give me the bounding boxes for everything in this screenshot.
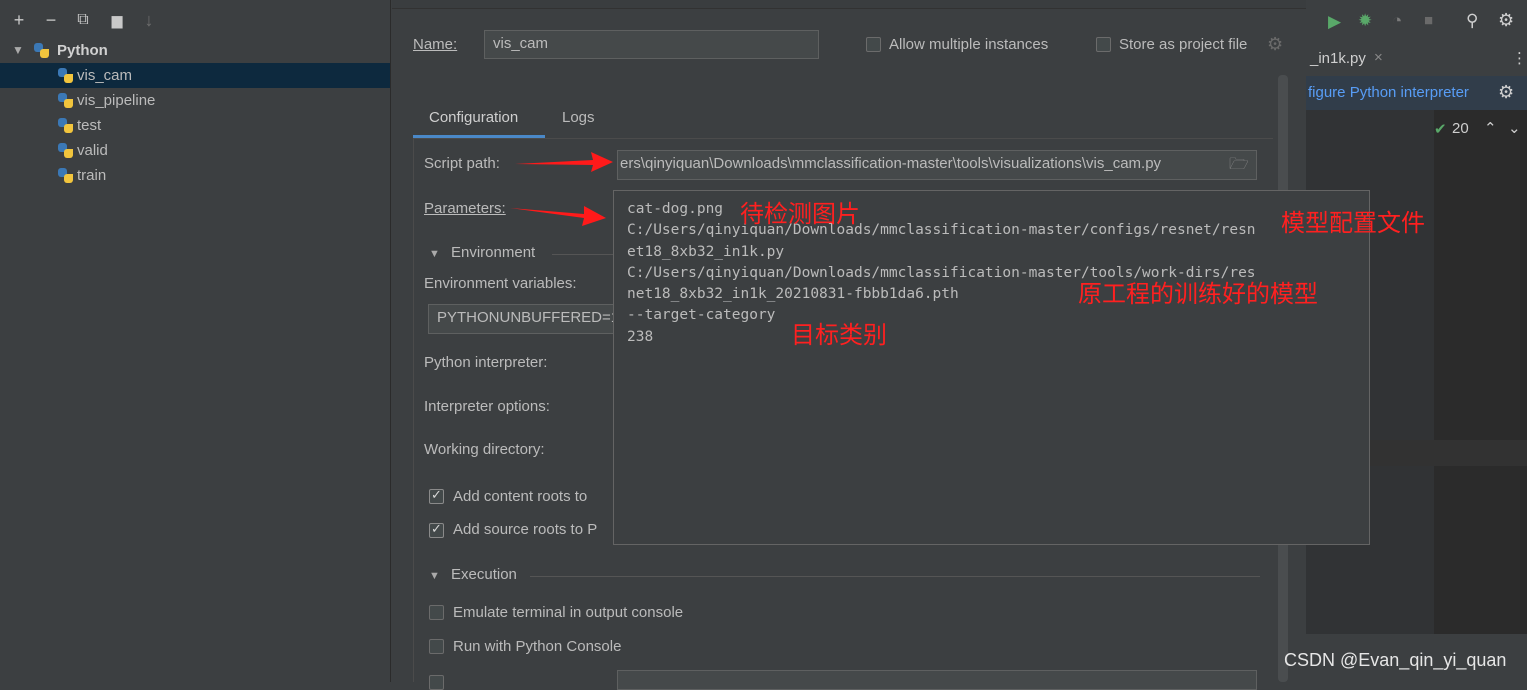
add-source-roots-label: Add source roots to P bbox=[453, 521, 598, 538]
annotation-target-category: 目标类别 bbox=[791, 321, 887, 349]
working-dir-label: Working directory: bbox=[424, 441, 545, 458]
tree-item-vis-cam[interactable]: vis_cam bbox=[0, 63, 390, 88]
python-interpreter-label: Python interpreter: bbox=[424, 354, 548, 371]
debug-icon[interactable]: ✹ bbox=[1358, 11, 1372, 31]
dialog-top-bar bbox=[392, 0, 1306, 9]
annotation-trained-model: 原工程的训练好的模型 bbox=[1078, 280, 1318, 308]
folder-icon[interactable]: 🗁 bbox=[1229, 153, 1249, 180]
env-vars-label: Environment variables: bbox=[424, 275, 577, 292]
tree-item-label: test bbox=[77, 117, 102, 134]
interpreter-options-label: Interpreter options: bbox=[424, 398, 550, 415]
chevron-down-icon[interactable]: ▼ bbox=[429, 570, 440, 582]
gear-icon[interactable]: ⚙ bbox=[1498, 10, 1514, 31]
environment-section-title: Environment bbox=[451, 244, 536, 261]
run-with-console-label: Run with Python Console bbox=[453, 638, 622, 655]
name-input[interactable]: vis_cam bbox=[484, 30, 819, 59]
editor-text-area: ✔ 20 ⌃ ⌄ bbox=[1434, 110, 1527, 634]
copy-icon[interactable]: ⧉ bbox=[72, 9, 94, 31]
python-icon bbox=[58, 93, 74, 109]
param-line: et18_8xb32_in1k.py bbox=[627, 244, 785, 260]
tree-item-label: valid bbox=[77, 142, 108, 159]
tree-item-label: vis_pipeline bbox=[77, 92, 156, 109]
check-icon: ✔ bbox=[1434, 121, 1447, 138]
python-icon bbox=[58, 118, 74, 134]
close-icon[interactable]: × bbox=[1374, 49, 1383, 66]
arrow-script-path bbox=[515, 152, 613, 172]
tree-item-test[interactable]: test bbox=[0, 113, 390, 138]
allow-multiple-label: Allow multiple instances bbox=[889, 36, 1049, 53]
tree-item-label: train bbox=[77, 167, 107, 184]
emulate-terminal-checkbox[interactable] bbox=[429, 605, 444, 620]
parameters-label: Parameters: bbox=[424, 200, 506, 217]
editor-tab[interactable]: _in1k.py × ⋮ bbox=[1306, 44, 1527, 77]
tree-root-label: Python bbox=[57, 42, 108, 59]
add-source-roots-checkbox[interactable] bbox=[429, 521, 444, 538]
watermark: CSDN @Evan_qin_yi_quan bbox=[1284, 650, 1507, 670]
add-icon[interactable]: + bbox=[8, 9, 30, 31]
chevron-down-icon[interactable]: ⌄ bbox=[1508, 119, 1521, 137]
add-content-roots-checkbox[interactable] bbox=[429, 487, 444, 504]
store-as-file-checkbox[interactable] bbox=[1096, 37, 1111, 52]
tree-toolbar: + − ⧉ ▆ ↓ bbox=[0, 0, 390, 38]
section-divider bbox=[552, 254, 614, 255]
add-content-roots-label: Add content roots to bbox=[453, 488, 588, 505]
stop-icon[interactable]: ■ bbox=[1424, 12, 1433, 29]
tree-root-python[interactable]: ▼ Python bbox=[0, 38, 390, 63]
tab-configuration[interactable]: Configuration bbox=[413, 100, 545, 138]
annotation-model-config: 模型配置文件 bbox=[1281, 209, 1425, 237]
script-path-label: Script path: bbox=[424, 155, 500, 172]
section-divider bbox=[530, 576, 1260, 577]
new-folder-icon[interactable]: ▆ bbox=[106, 9, 128, 31]
param-line: 238 bbox=[627, 329, 654, 345]
chevron-down-icon[interactable]: ▼ bbox=[429, 248, 440, 260]
tree-item-vis-pipeline[interactable]: vis_pipeline bbox=[0, 88, 390, 113]
param-line: --target-category bbox=[627, 307, 776, 323]
python-icon bbox=[58, 68, 74, 84]
interpreter-banner: figure Python interpreter ⚙ bbox=[1306, 76, 1527, 110]
execution-section-title: Execution bbox=[451, 566, 517, 583]
chevron-up-icon[interactable]: ⌃ bbox=[1484, 119, 1497, 137]
param-line: net18_8xb32_in1k_20210831-fbbb1da6.pth bbox=[627, 286, 959, 302]
search-icon[interactable]: ⚲ bbox=[1466, 11, 1478, 31]
coverage-icon[interactable]: ◔ bbox=[1392, 11, 1402, 31]
param-line: C:/Users/qinyiquan/Downloads/mmclassific… bbox=[627, 222, 1256, 238]
ide-toolbar: ▶ ✹ ◔ ■ ⚲ ⚙ bbox=[1306, 0, 1527, 44]
annotation-image-to-detect: 待检测图片 bbox=[740, 200, 860, 228]
python-icon bbox=[34, 43, 50, 59]
run-with-console-checkbox[interactable] bbox=[429, 639, 444, 654]
redirect-input-checkbox[interactable] bbox=[429, 675, 444, 690]
chevron-down-icon: ▼ bbox=[12, 43, 24, 57]
run-config-tree-panel: + − ⧉ ▆ ↓ ▼ Python vis_cam vis_pipeline … bbox=[0, 0, 391, 682]
run-icon[interactable]: ▶ bbox=[1328, 12, 1341, 32]
redirect-input-field[interactable] bbox=[617, 670, 1257, 690]
script-path-input[interactable]: ers\qinyiquan\Downloads\mmclassification… bbox=[617, 150, 1257, 180]
parameters-expanded-editor[interactable]: cat-dog.png C:/Users/qinyiquan/Downloads… bbox=[613, 190, 1370, 545]
tab-configuration-label: Configuration bbox=[429, 109, 519, 126]
name-label: Name: bbox=[413, 36, 457, 53]
python-icon bbox=[58, 143, 74, 159]
more-icon[interactable]: ⋮ bbox=[1512, 49, 1527, 67]
tree-item-valid[interactable]: valid bbox=[0, 138, 390, 163]
gear-icon[interactable]: ⚙ bbox=[1498, 82, 1514, 103]
arrow-parameters bbox=[510, 206, 606, 226]
tree-item-train[interactable]: train bbox=[0, 163, 390, 188]
gear-icon[interactable]: ⚙ bbox=[1267, 34, 1283, 55]
python-icon bbox=[58, 168, 74, 184]
parameters-label-text: Parameters: bbox=[424, 200, 506, 217]
remove-icon[interactable]: − bbox=[40, 9, 62, 31]
tab-logs-label: Logs bbox=[562, 109, 595, 126]
env-vars-input[interactable]: PYTHONUNBUFFERED=1 bbox=[428, 304, 618, 334]
store-as-file-label: Store as project file bbox=[1119, 36, 1248, 53]
tree-item-label: vis_cam bbox=[77, 67, 133, 84]
problems-count: 20 bbox=[1452, 120, 1469, 137]
configure-interpreter-link[interactable]: figure Python interpreter bbox=[1308, 84, 1469, 101]
sort-icon[interactable]: ↓ bbox=[138, 9, 160, 31]
name-label-text: Name: bbox=[413, 36, 458, 53]
emulate-terminal-label: Emulate terminal in output console bbox=[453, 604, 684, 621]
tab-logs[interactable]: Logs bbox=[552, 100, 612, 138]
editor-tab-label: _in1k.py bbox=[1310, 50, 1366, 67]
param-line: cat-dog.png bbox=[627, 201, 724, 217]
allow-multiple-checkbox[interactable] bbox=[866, 37, 881, 52]
